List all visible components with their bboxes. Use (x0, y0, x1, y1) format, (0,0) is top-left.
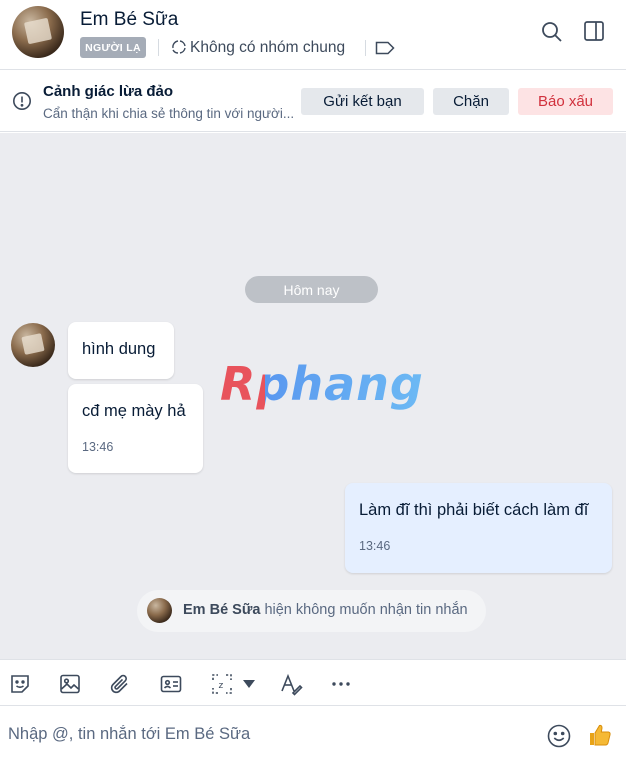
stranger-badge: NGƯỜI LẠ (80, 37, 146, 58)
date-divider: Hôm nay (245, 276, 378, 303)
caret-down-icon[interactable] (242, 678, 256, 690)
message-time: 13:46 (359, 539, 391, 553)
block-button[interactable]: Chặn (433, 88, 509, 115)
message-block-notice: Em Bé Sữa hiện không muốn nhận tin nhắn (137, 590, 486, 632)
notice-avatar (147, 598, 172, 623)
message-text: cđ mẹ mày hả (82, 402, 186, 420)
sidebar-toggle-icon[interactable] (583, 20, 605, 42)
sender-avatar[interactable] (11, 323, 55, 367)
contact-avatar[interactable] (12, 6, 64, 58)
common-groups-text[interactable]: Không có nhóm chung (190, 39, 345, 57)
message-text: hình dung (82, 340, 156, 358)
search-icon[interactable] (541, 21, 563, 43)
message-time: 13:46 (82, 440, 114, 454)
notice-contact-name: Em Bé Sữa (183, 602, 261, 618)
notice-text: Em Bé Sữa hiện không muốn nhận tin nhắn (183, 602, 468, 618)
message-bubble[interactable]: hình dung (68, 322, 174, 379)
group-icon (172, 40, 186, 54)
composer-toolbar: z (0, 659, 626, 706)
text-format-icon[interactable] (279, 672, 303, 696)
message-list[interactable]: Hôm nay hình dung cđ mẹ mày hả 13:46 Làm… (0, 133, 626, 659)
composer (0, 707, 626, 760)
chat-header: Em Bé Sữa NGƯỜI LẠ Không có nhóm chung (0, 0, 626, 70)
image-icon[interactable] (58, 672, 82, 696)
emoji-icon[interactable] (546, 723, 572, 749)
screenshot-icon[interactable]: z (210, 672, 234, 696)
attachment-icon[interactable] (108, 672, 132, 696)
message-text: Làm đĩ thì phải biết cách làm đĩ (359, 501, 589, 519)
notice-message: hiện không muốn nhận tin nhắn (264, 602, 468, 618)
scam-warning-bar: Cảnh giác lừa đảo Cẩn thận khi chia sẻ t… (0, 71, 626, 132)
message-input[interactable] (8, 721, 528, 747)
divider (158, 39, 159, 56)
warning-title: Cảnh giác lừa đảo (43, 83, 174, 100)
info-icon (13, 92, 31, 110)
my-message-bubble[interactable]: Làm đĩ thì phải biết cách làm đĩ 13:46 (345, 483, 612, 573)
report-button[interactable]: Báo xấu (518, 88, 613, 115)
warning-description: Cẩn thận khi chia sẻ thông tin với người… (43, 106, 295, 121)
watermark: Rphang (220, 357, 424, 411)
more-options-icon[interactable] (329, 672, 353, 696)
tag-icon[interactable] (375, 41, 395, 55)
contact-card-icon[interactable] (159, 672, 183, 696)
svg-text:z: z (219, 681, 224, 691)
message-bubble[interactable]: cđ mẹ mày hả 13:46 (68, 384, 203, 473)
divider (365, 40, 366, 56)
add-friend-button[interactable]: Gửi kết bạn (301, 88, 424, 115)
contact-name[interactable]: Em Bé Sữa (80, 9, 178, 31)
sticker-icon[interactable] (8, 672, 32, 696)
thumbs-up-icon[interactable] (587, 722, 613, 748)
